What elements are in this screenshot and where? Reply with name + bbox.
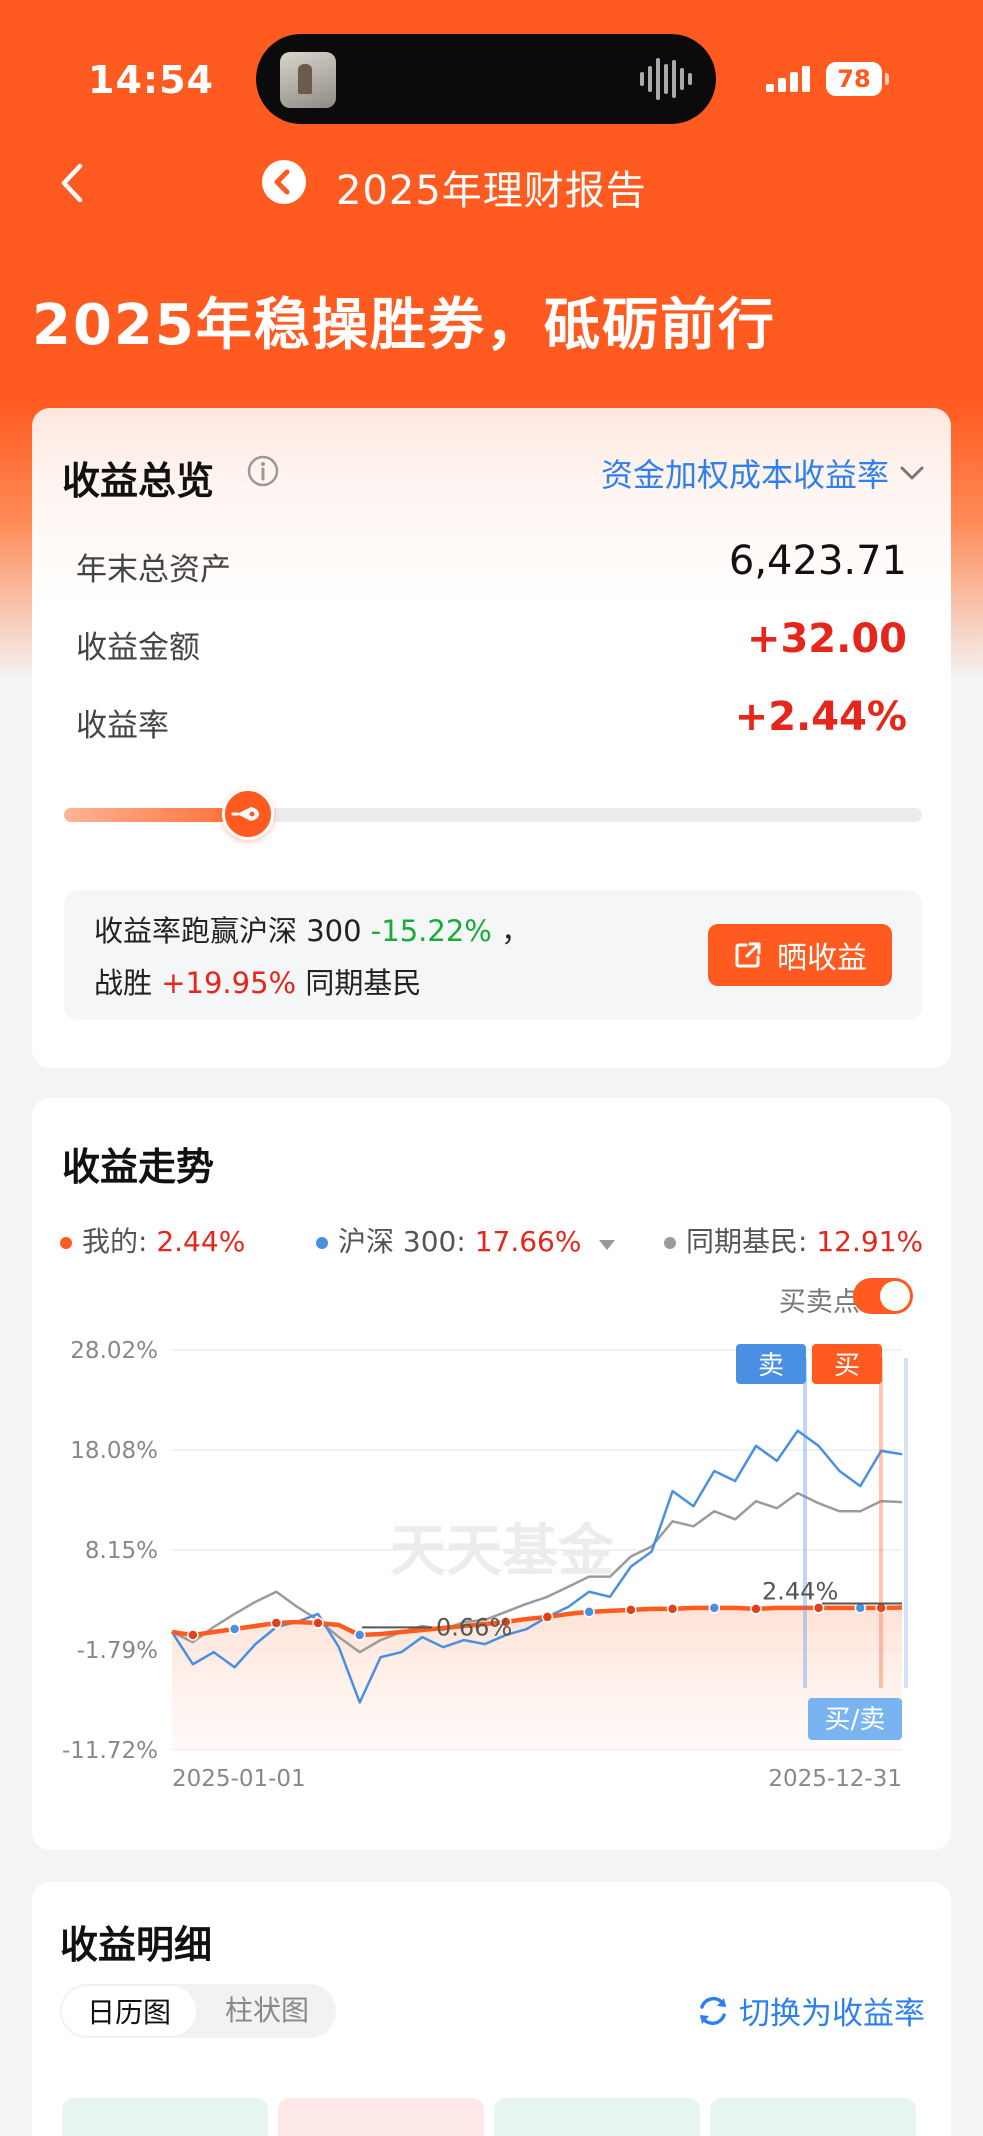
status-time: 14:54	[88, 58, 214, 102]
compare-peers-suffix: 同期基民	[305, 966, 422, 1000]
trade-point-marker	[187, 1629, 199, 1641]
compare-separator: ，	[501, 914, 531, 948]
refresh-icon	[700, 1996, 726, 2025]
trade-point-marker	[625, 1604, 637, 1616]
earnings-detail-card: 收益明细 日历图 柱状图 切换为收益率	[32, 1882, 951, 2136]
mine-area-fill	[172, 1607, 902, 1750]
compare-peers-value: +19.95%	[161, 966, 297, 1000]
app-logo-icon	[262, 160, 306, 204]
yield-mode-label: 资金加权成本收益率	[600, 456, 889, 494]
chart-watermark: 天天基金	[390, 1519, 615, 1584]
rocket-icon	[222, 788, 275, 840]
y-tick-label: 28.02%	[70, 1338, 158, 1364]
yield-rate-label: 收益率	[76, 708, 169, 744]
y-tick-label: 18.08%	[70, 1438, 158, 1464]
earnings-overview-card: 收益总览 资金加权成本收益率 年末总资产 6,423.71 收益金额 +32.0…	[32, 408, 951, 1068]
back-button[interactable]	[52, 158, 92, 208]
earnings-amount-value: +32.00	[746, 616, 907, 662]
calendar-cell[interactable]	[710, 2098, 916, 2136]
chart-area	[172, 1607, 902, 1750]
earnings-trend-chart[interactable]: 天天基金 卖 买买/卖 2.44% 0.66% 28.02% 18.08% 8.15% -1…	[32, 1098, 951, 1850]
share-button-label: 晒收益	[777, 941, 867, 976]
calendar-cell[interactable]	[278, 2098, 484, 2136]
trade-point-marker	[583, 1606, 595, 1618]
chevron-down-icon	[900, 466, 924, 480]
dynamic-island[interactable]	[256, 34, 716, 124]
tab-calendar[interactable]: 日历图	[60, 1984, 198, 2038]
report-headline: 2025年稳操胜券，砥砺前行	[32, 293, 776, 358]
info-icon[interactable]	[246, 454, 280, 488]
trade-point-marker	[666, 1603, 679, 1615]
compare-line-2: 战胜 +19.95% 同期基民	[94, 960, 421, 1002]
audio-wave-icon	[640, 58, 692, 100]
share-earnings-button[interactable]: 晒收益	[708, 924, 892, 986]
total-assets-label: 年末总资产	[76, 552, 231, 588]
compare-peers-prefix: 战胜	[94, 966, 153, 1000]
buy-tag-label: 买	[834, 1351, 860, 1381]
detail-title: 收益明细	[60, 1923, 213, 1967]
trade-guide-line	[904, 1358, 908, 1688]
cellular-signal-icon	[766, 66, 810, 92]
yield-mode-dropdown[interactable]: 资金加权成本收益率	[601, 450, 925, 496]
x-tick-label-start: 2025-01-01	[172, 1766, 306, 1792]
earnings-amount-label: 收益金额	[76, 630, 200, 666]
overview-title: 收益总览	[62, 459, 215, 503]
x-tick-label-end: 2025-12-31	[768, 1766, 902, 1792]
battery-indicator: 78	[826, 62, 889, 96]
yield-rate-value: +2.44%	[734, 694, 907, 740]
earnings-trend-card: 收益走势 我的: 2.44% 沪深 300: 17.66% 同期基民: 12.9…	[32, 1098, 951, 1850]
end-value-label: 2.44%	[762, 1577, 838, 1605]
benchmark-comparison: 收益率跑赢沪深 300 -15.22% ， 战胜 +19.95% 同期基民 晒收…	[64, 890, 922, 1020]
y-tick-label: -11.72%	[62, 1738, 158, 1764]
sell-guide-line	[803, 1358, 807, 1688]
compare-hs300-value: -15.22%	[370, 914, 492, 948]
rank-progress-bar	[64, 788, 922, 840]
trade-point-marker	[750, 1603, 762, 1615]
tab-bar-chart[interactable]: 柱状图	[198, 1984, 336, 2038]
y-tick-label: -1.79%	[77, 1638, 158, 1664]
page-title: 2025年理财报告	[336, 168, 647, 214]
compare-hs300-label: 收益率跑赢沪深 300	[94, 914, 362, 948]
rank-progress-fill	[64, 808, 249, 822]
trade-point-marker	[312, 1617, 324, 1629]
switch-to-yield-label: 切换为收益率	[739, 1996, 925, 2032]
trade-point-marker	[708, 1602, 721, 1614]
calendar-cell[interactable]	[62, 2098, 268, 2136]
trade-point-marker	[270, 1617, 283, 1629]
trade-point-marker	[541, 1611, 554, 1623]
buy-sell-tag-label: 买/卖	[825, 1705, 886, 1735]
share-icon	[735, 942, 761, 968]
trade-point-marker	[353, 1629, 366, 1641]
buy-guide-line	[879, 1358, 883, 1688]
compare-line-1: 收益率跑赢沪深 300 -15.22% ，	[94, 908, 530, 950]
y-tick-label: 8.15%	[85, 1538, 158, 1564]
mid-value-label: 0.66%	[436, 1613, 512, 1641]
total-assets-value: 6,423.71	[728, 538, 907, 584]
detail-view-toggle: 日历图 柱状图	[60, 1984, 336, 2038]
now-playing-thumbnail	[280, 52, 336, 108]
switch-to-yield-link[interactable]: 切换为收益率	[695, 1988, 925, 2033]
trade-point-marker	[228, 1623, 241, 1635]
calendar-cell[interactable]	[494, 2098, 700, 2136]
sell-tag-label: 卖	[758, 1351, 784, 1381]
